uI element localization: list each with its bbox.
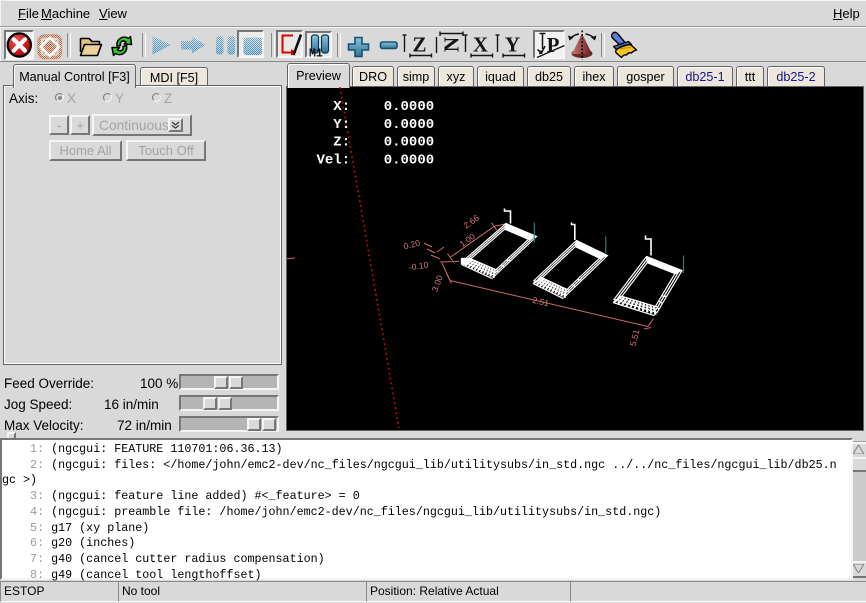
svg-text:0.20: 0.20 — [402, 238, 421, 252]
svg-text:X: 0.0000: X: 0.0000 — [317, 99, 435, 115]
svg-text:Z: 0.0000: Z: 0.0000 — [317, 135, 435, 151]
svg-text:P: P — [547, 33, 560, 57]
svg-text:5.51: 5.51 — [628, 328, 642, 347]
svg-text:-0.10: -0.10 — [408, 260, 429, 273]
svg-text:3.00: 3.00 — [430, 274, 445, 293]
svg-text:Y: Y — [505, 33, 520, 57]
svg-text:X: X — [473, 33, 488, 57]
svg-text:Y: 0.0000: Y: 0.0000 — [317, 117, 435, 133]
svg-text:N: N — [440, 37, 464, 52]
svg-text:Z: Z — [412, 33, 426, 57]
svg-text:2.66: 2.66 — [462, 212, 482, 230]
svg-text:1.00: 1.00 — [458, 231, 478, 249]
svg-text:Vel: 0.0000: Vel: 0.0000 — [317, 152, 435, 168]
svg-text:2.51: 2.51 — [531, 295, 550, 309]
svg-text:M1: M1 — [309, 48, 323, 61]
